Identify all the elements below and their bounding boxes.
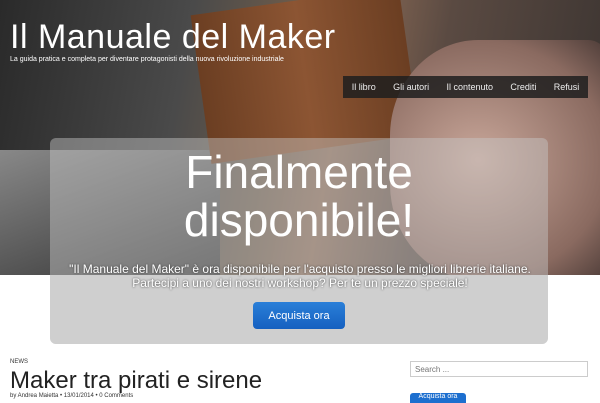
buy-now-button[interactable]: Acquista ora [253,302,345,329]
site-title[interactable]: Il Manuale del Maker [10,18,336,57]
nav-item-il-contenuto[interactable]: Il contenuto [446,82,493,92]
post-category[interactable]: NEWS [10,359,28,365]
nav-item-refusi[interactable]: Refusi [554,82,580,92]
promo-headline-line1: Finalmente [185,146,413,198]
search-input[interactable] [410,361,588,377]
post-meta: by Andrea Maietta • 13/01/2014 • 0 Comme… [10,393,134,399]
nav-item-crediti[interactable]: Crediti [510,82,536,92]
post-title[interactable]: Maker tra pirati e sirene [10,367,262,395]
site-tagline: La guida pratica e completa per diventar… [10,56,284,63]
promo-headline: Finalmente disponibile! [50,148,548,244]
nav-item-il-libro[interactable]: Il libro [352,82,376,92]
nav-item-gli-autori[interactable]: Gli autori [393,82,429,92]
sidebar-button[interactable]: Acquista ora [410,393,466,403]
promo-headline-line2: disponibile! [183,194,415,246]
main-nav: Il libro Gli autori Il contenuto Crediti… [343,76,588,98]
promo-text: "Il Manuale del Maker" è ora disponibile… [69,262,531,290]
